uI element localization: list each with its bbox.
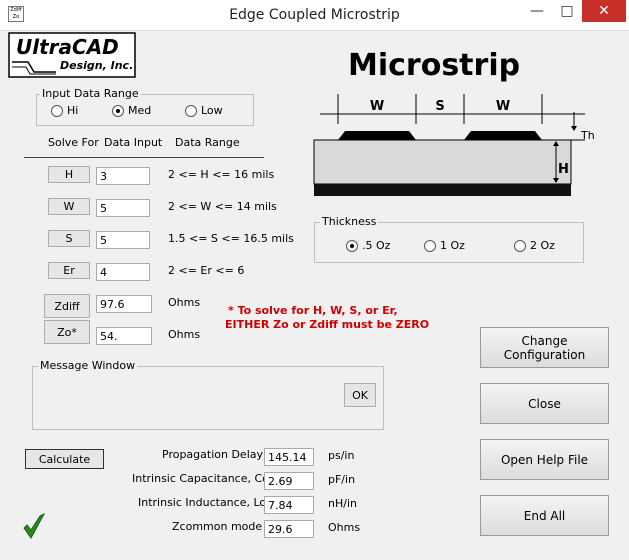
zdiff-input[interactable] — [96, 295, 152, 313]
thickness-2-oz-radio[interactable] — [514, 240, 526, 252]
svg-text:UltraCAD: UltraCAD — [16, 35, 119, 59]
solve-s-button[interactable]: S — [48, 230, 90, 247]
end-all-button[interactable]: End All — [480, 495, 609, 536]
solve-zo-button[interactable]: Zo* — [44, 320, 90, 344]
solve-er-button[interactable]: Er — [48, 262, 90, 279]
maximize-button[interactable]: □ — [552, 0, 582, 22]
solve-w-button[interactable]: W — [48, 198, 90, 215]
data-range-header: Data Range — [175, 136, 240, 149]
message-window-legend: Message Window — [38, 359, 138, 372]
zcommon-mode-value — [264, 520, 314, 538]
propagation-delay-label: Propagation Delay — [162, 448, 264, 461]
diagram-heading: Microstrip — [348, 48, 521, 83]
svg-text:Design, Inc.: Design, Inc. — [60, 59, 133, 72]
input-data-range-legend: Input Data Range — [40, 87, 141, 100]
h-range: 2 <= H <= 16 mils — [168, 168, 275, 181]
zo-input[interactable] — [96, 327, 152, 345]
range-hi-radio[interactable] — [51, 105, 63, 117]
zcommon-mode-label: Zcommon mode — [172, 520, 263, 533]
er-range: 2 <= Er <= 6 — [168, 264, 245, 277]
thickness-2-oz-label: 2 Oz — [530, 239, 555, 252]
header-divider — [24, 157, 264, 158]
minimize-button[interactable]: — — [522, 0, 552, 22]
thickness-half-oz-radio[interactable] — [346, 240, 358, 252]
open-help-file-button[interactable]: Open Help File — [480, 439, 609, 480]
data-input-header: Data Input — [104, 136, 163, 149]
h-input[interactable] — [96, 167, 150, 185]
thickness-1-oz-radio[interactable] — [424, 240, 436, 252]
intrinsic-capacitance-unit: pF/in — [328, 473, 356, 486]
thickness-1-oz-label: 1 Oz — [440, 239, 465, 252]
intrinsic-capacitance-label: Intrinsic Capacitance, Co — [132, 472, 269, 485]
s-range: 1.5 <= S <= 16.5 mils — [168, 232, 294, 245]
propagation-delay-value — [264, 448, 314, 466]
checkmark-icon — [23, 512, 46, 539]
svg-text:H: H — [558, 162, 569, 177]
intrinsic-inductance-value — [264, 496, 314, 514]
er-input[interactable] — [96, 263, 150, 281]
microstrip-diagram: W S W Th H — [313, 94, 595, 196]
change-configuration-button[interactable]: Change Configuration — [480, 327, 609, 368]
range-hi-label: Hi — [67, 104, 79, 117]
solve-zdiff-button[interactable]: Zdiff — [44, 294, 90, 318]
solve-note-line2: EITHER Zo or Zdiff must be ZERO — [225, 318, 430, 331]
propagation-delay-unit: ps/in — [328, 449, 355, 462]
range-low-label: Low — [201, 104, 223, 117]
intrinsic-inductance-unit: nH/in — [328, 497, 357, 510]
s-input[interactable] — [96, 231, 150, 249]
title-bar: ZdIff Zo Edge Coupled Microstrip — □ ✕ — [0, 0, 629, 31]
zdiff-unit: Ohms — [168, 296, 201, 309]
calculate-button[interactable]: Calculate — [25, 449, 104, 469]
svg-text:S: S — [435, 99, 444, 114]
intrinsic-inductance-label: Intrinsic Inductance, Lo — [138, 496, 267, 509]
svg-text:W: W — [370, 99, 384, 114]
solve-for-header: Solve For — [48, 136, 99, 149]
thickness-half-oz-label: .5 Oz — [362, 239, 391, 252]
solve-h-button[interactable]: H — [48, 166, 90, 183]
solve-note-line1: * To solve for H, W, S, or Er, — [228, 304, 398, 317]
zo-unit: Ohms — [168, 328, 201, 341]
range-low-radio[interactable] — [185, 105, 197, 117]
close-button[interactable]: Close — [480, 383, 609, 424]
ultracad-logo: UltraCAD Design, Inc. — [8, 32, 136, 78]
close-window-button[interactable]: ✕ — [582, 0, 626, 22]
svg-text:W: W — [496, 99, 510, 114]
message-window-group — [32, 366, 384, 430]
thickness-legend: Thickness — [320, 215, 379, 228]
range-med-radio[interactable] — [112, 105, 124, 117]
zcommon-mode-unit: Ohms — [328, 521, 361, 534]
range-med-label: Med — [128, 104, 152, 117]
w-input[interactable] — [96, 199, 150, 217]
ok-button[interactable]: OK — [344, 383, 376, 407]
intrinsic-capacitance-value — [264, 472, 314, 490]
w-range: 2 <= W <= 14 mils — [168, 200, 277, 213]
